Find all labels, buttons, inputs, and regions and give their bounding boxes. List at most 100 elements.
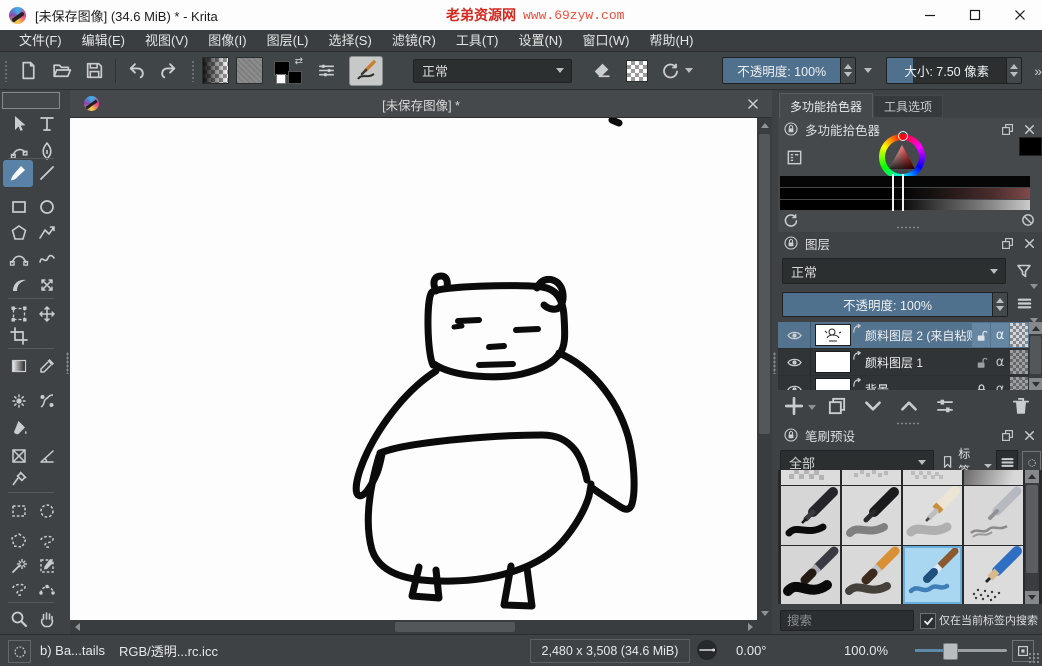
menu-help[interactable]: 帮助(H) [640,30,702,52]
lock-docker-icon[interactable] [783,427,799,443]
menu-settings[interactable]: 设置(N) [509,30,571,52]
preset-grid-scrollbar[interactable] [1025,470,1039,604]
reload-preset-button[interactable] [657,58,683,84]
color-profile-label[interactable]: RGB/透明...rc.icc [119,635,218,666]
brush-preset-thumbnail[interactable] [842,470,901,485]
docker-resize-handle-dots[interactable] [896,226,920,229]
layer-visibility-toggle[interactable] [778,376,811,390]
canvas-vertical-scrollbar[interactable] [757,118,772,620]
menu-filter[interactable]: 滤镜(R) [383,30,445,52]
color-shade-bar[interactable] [780,200,1030,210]
menu-view[interactable]: 视图(V) [136,30,197,52]
hue-marker[interactable] [898,131,908,141]
menu-edit[interactable]: 编辑(E) [73,30,134,52]
brush-preset-thumbnail[interactable] [781,486,840,545]
tool-reference-images[interactable] [7,468,31,490]
selection-display-mode-button[interactable] [8,640,31,663]
saturation-value-triangle[interactable] [888,144,916,170]
search-scope-checkbox[interactable] [920,613,936,629]
close-docker-icon[interactable] [1020,426,1038,444]
tool-enclose-and-fill[interactable] [7,445,31,467]
float-docker-icon[interactable] [998,120,1016,138]
blending-mode-dropdown[interactable]: 正常 [413,59,572,83]
layer-lock-icon[interactable] [972,323,990,347]
move-layer-down-button[interactable] [862,395,884,417]
color-selector-settings-button[interactable] [783,146,805,168]
lock-docker-icon[interactable] [783,235,799,251]
layer-name[interactable]: 颜料图层 1 [865,354,972,371]
tool-transform-pointer[interactable] [7,113,31,135]
duplicate-layer-button[interactable] [826,395,848,417]
tab-advanced-color-selector[interactable]: 多功能拾色器 [779,93,873,118]
scroll-up-arrow[interactable] [757,118,772,132]
document-close-button[interactable] [744,95,762,113]
close-docker-icon[interactable] [1020,120,1038,138]
zoom-level-value[interactable]: 100.0% [844,635,888,666]
brush-preset-thumbnail[interactable] [903,486,962,545]
tool-text[interactable] [35,113,59,135]
tool-transform[interactable] [7,303,31,325]
zoom-slider-thumb[interactable] [943,643,958,660]
opacity-spinner[interactable] [840,58,855,83]
tool-line[interactable] [35,162,59,184]
minimize-button[interactable] [907,1,952,30]
splitter-handle-dots[interactable] [773,352,776,374]
tool-crop[interactable] [7,325,31,347]
new-document-button[interactable] [15,58,41,84]
tool-bezier-selection[interactable] [35,555,59,577]
scroll-left-arrow[interactable] [70,620,84,634]
tool-multibrush[interactable] [35,274,59,296]
tool-polyline[interactable] [35,222,59,244]
tool-move[interactable] [35,303,59,325]
document-titlebar[interactable]: [未保存图像] * [70,90,772,118]
default-colors-swatch[interactable] [276,74,286,84]
chevron-down-icon[interactable] [808,405,816,410]
lock-docker-icon[interactable] [783,121,799,137]
tool-measure[interactable] [35,445,59,467]
brush-preset-thumbnail[interactable] [964,546,1023,604]
close-button[interactable] [997,1,1042,30]
undo-button[interactable] [123,58,149,84]
current-brush-name[interactable]: b) Ba...tails [40,635,105,666]
layer-list-scrollbar[interactable] [1029,322,1042,390]
pattern-chooser-button[interactable] [236,57,263,84]
layer-lock-icon[interactable] [972,350,990,374]
scroll-down-arrow[interactable] [757,606,772,620]
color-shade-bar[interactable] [780,188,1030,199]
tool-fill[interactable] [7,417,31,439]
tool-smart-patch[interactable] [35,390,59,412]
layer-alpha-lock-icon[interactable]: α [991,350,1009,374]
tool-rectangle[interactable] [7,196,31,218]
tool-zoom[interactable] [7,608,31,630]
tool-freehand-selection[interactable] [35,530,59,552]
tool-color-sampler[interactable] [35,355,59,377]
tool-gradient[interactable] [7,355,31,377]
preserve-alpha-button[interactable] [626,60,648,82]
layer-inherit-alpha-icon[interactable] [1010,377,1028,390]
tool-similar-color-selection[interactable] [7,555,31,577]
canvas-rotation-dial[interactable] [696,639,718,664]
menu-window[interactable]: 窗口(W) [574,30,639,52]
layer-thumbnail[interactable] [815,378,851,390]
chevron-down-icon[interactable] [864,68,872,73]
canvas-rotation-value[interactable]: 0.00° [736,635,767,666]
open-document-button[interactable] [48,58,74,84]
close-docker-icon[interactable] [1020,234,1038,252]
menu-tools[interactable]: 工具(T) [447,30,508,52]
layer-visibility-toggle[interactable] [778,349,811,375]
brush-preset-thumbnail[interactable] [903,470,962,485]
chevron-down-icon[interactable] [685,68,693,73]
tool-polygonal-selection[interactable] [7,530,31,552]
layer-alpha-lock-icon[interactable]: α [991,377,1009,390]
scroll-up-arrow[interactable] [1029,322,1042,334]
canvas-horizontal-scrollbar[interactable] [70,620,757,634]
scroll-thumb[interactable] [1030,336,1041,374]
toolbox-drag-handle[interactable] [2,92,60,109]
tool-contiguous-selection[interactable] [7,578,31,600]
tab-tool-options[interactable]: 工具选项 [873,95,943,118]
brush-preset-thumbnail[interactable] [842,546,901,604]
tool-ellipse[interactable] [35,196,59,218]
brush-preset-thumbnail[interactable] [781,546,840,604]
layer-inherit-alpha-icon[interactable] [1010,323,1028,347]
opacity-slider[interactable]: 不透明度: 100% [722,57,856,84]
